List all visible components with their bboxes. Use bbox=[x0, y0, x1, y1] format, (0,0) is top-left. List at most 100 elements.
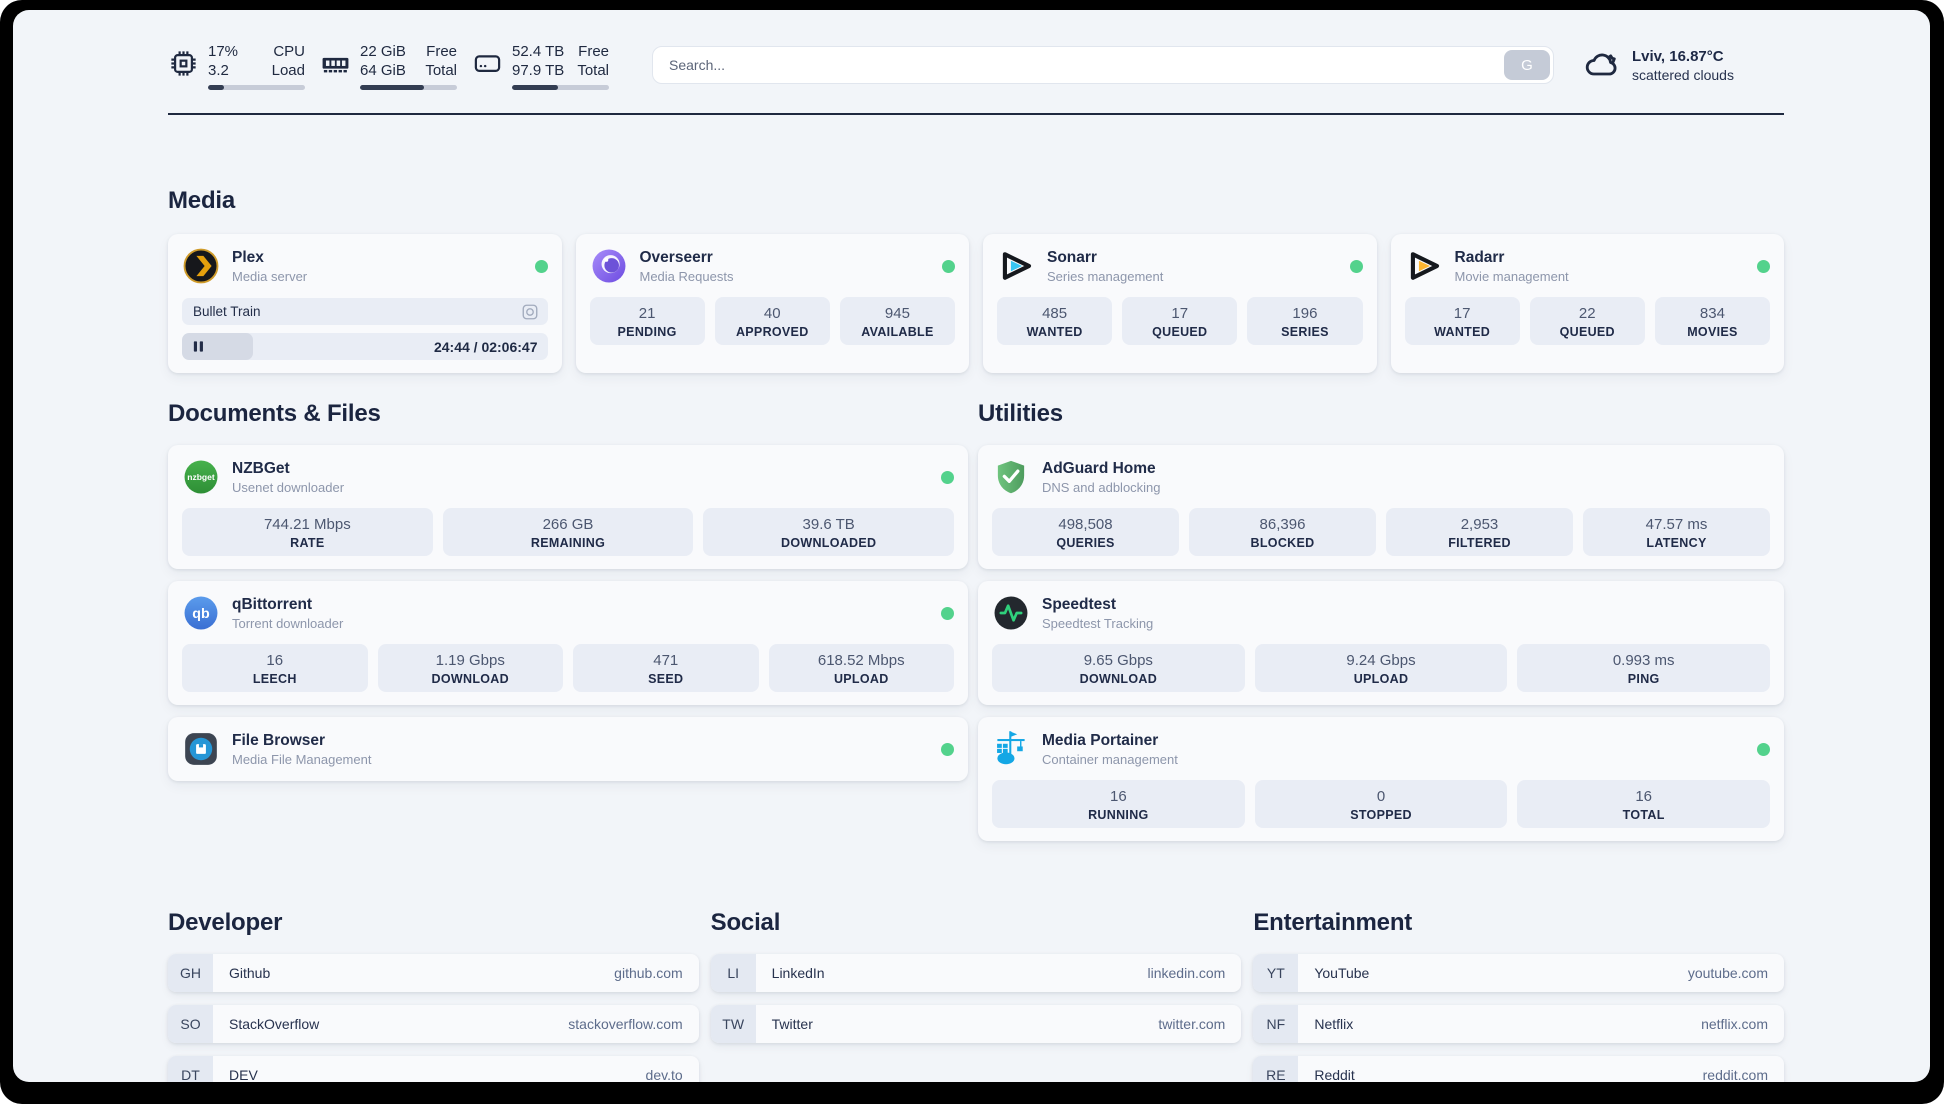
app-card-qbittorrent[interactable]: qb qBittorrent Torrent downloader 16 LEEC… bbox=[168, 581, 968, 705]
stat-label: UPLOAD bbox=[1353, 672, 1409, 686]
adguard-icon bbox=[997, 460, 1025, 494]
playback-progress: 24:44 / 02:06:47 bbox=[182, 333, 548, 360]
stat-value: 0 bbox=[1376, 788, 1386, 805]
bookmark-name: DEV bbox=[229, 1067, 258, 1082]
bookmarks-entertainment: Entertainment YT YouTube youtube.com NF … bbox=[1253, 909, 1784, 1082]
stat-value: 744.21 Mbps bbox=[263, 516, 351, 533]
stat-label: MOVIES bbox=[1687, 325, 1738, 339]
bookmark-linkedin[interactable]: LI LinkedIn linkedin.com bbox=[710, 954, 1242, 992]
bookmark-netflix[interactable]: NF Netflix netflix.com bbox=[1253, 1005, 1784, 1043]
search-input[interactable] bbox=[652, 46, 1554, 84]
stat-value: 16 bbox=[1109, 788, 1127, 805]
stat-box: 40 APPROVED bbox=[714, 297, 830, 345]
radarr-icon bbox=[1410, 252, 1439, 280]
stat-box: 16 LEECH bbox=[182, 644, 368, 692]
app-card-radarr[interactable]: Radarr Movie management 17 WANTED 22 QUEUE… bbox=[1390, 234, 1784, 373]
memory-free-value: 22 GiB bbox=[360, 43, 406, 60]
screenshot-frame: 17% CPU 3.2 Load 22 GiB Free 64 GiB Total bbox=[0, 0, 1944, 1104]
stat-value: 2,953 bbox=[1460, 516, 1499, 533]
bookmark-abbr: LI bbox=[710, 954, 756, 992]
memory-progress-track bbox=[360, 85, 457, 90]
app-card-nzbget[interactable]: nzbget NZBGet Usenet downloader 744.21 M… bbox=[168, 445, 968, 569]
stat-value: 945 bbox=[884, 305, 910, 322]
stat-label: PING bbox=[1627, 672, 1660, 686]
qbittorrent-icon: qb bbox=[184, 596, 218, 630]
bookmark-name: Reddit bbox=[1314, 1067, 1355, 1082]
disk-progress-track bbox=[512, 85, 609, 90]
stat-label: SEED bbox=[648, 672, 684, 686]
bookmark-dev[interactable]: DT DEV dev.to bbox=[168, 1056, 699, 1082]
stat-value: 39.6 TB bbox=[802, 516, 855, 533]
app-name: Radarr bbox=[1454, 248, 1505, 266]
stat-value: 17 bbox=[1453, 305, 1471, 322]
bookmark-youtube[interactable]: YT YouTube youtube.com bbox=[1253, 954, 1784, 992]
section-title-media: Media bbox=[168, 187, 236, 214]
app-subtitle: Series management bbox=[1047, 268, 1164, 284]
cpu-icon bbox=[171, 51, 196, 76]
status-dot bbox=[941, 470, 954, 484]
stat-value: 47.57 ms bbox=[1645, 516, 1708, 533]
stat-label: LATENCY bbox=[1646, 536, 1707, 550]
top-bar: 17% CPU 3.2 Load 22 GiB Free 64 GiB Total bbox=[168, 38, 1784, 92]
bookmark-url: dev.to bbox=[645, 1067, 683, 1082]
stat-value: 9.24 Gbps bbox=[1346, 652, 1416, 669]
plex-icon bbox=[183, 248, 219, 284]
app-card-plex[interactable]: Plex Media server Bullet Train 24:44 / 0… bbox=[168, 234, 562, 373]
app-card-sonarr[interactable]: Sonarr Series management 485 WANTED 17 QUE… bbox=[983, 234, 1377, 373]
search-engine-button[interactable]: G bbox=[1504, 50, 1550, 80]
documents-column: Documents & Files nzbget NZBGet Usenet d… bbox=[168, 400, 968, 853]
weather-widget: Lviv, 16.87°C scattered clouds bbox=[1584, 47, 1784, 84]
portainer-icon bbox=[997, 731, 1025, 765]
stat-label: STOPPED bbox=[1350, 808, 1412, 822]
stat-label: QUERIES bbox=[1056, 536, 1115, 550]
qbittorrent-icon-label: qb bbox=[192, 606, 210, 622]
app-card-speedtest[interactable]: Speedtest Speedtest Tracking 9.65 Gbps DO… bbox=[978, 581, 1784, 705]
app-card-adguard[interactable]: AdGuard Home DNS and adblocking 498,508 Q… bbox=[978, 445, 1784, 569]
app-subtitle: Media Requests bbox=[639, 268, 734, 284]
cpu-label-bottom: Load bbox=[271, 62, 305, 79]
app-subtitle: Container management bbox=[1042, 751, 1178, 767]
app-subtitle: DNS and adblocking bbox=[1042, 479, 1161, 495]
bookmark-name: StackOverflow bbox=[229, 1016, 320, 1032]
section-title-utilities: Utilities bbox=[978, 400, 1063, 427]
bookmark-url: reddit.com bbox=[1702, 1067, 1768, 1082]
nzbget-icon-label: nzbget bbox=[187, 472, 215, 482]
ram-icon bbox=[322, 57, 349, 73]
playback-time: 24:44 / 02:06:47 bbox=[433, 338, 538, 355]
bookmark-abbr: NF bbox=[1253, 1005, 1299, 1043]
stat-box: 945 AVAILABLE bbox=[839, 297, 956, 345]
app-card-portainer[interactable]: Media Portainer Container management 16 R… bbox=[978, 717, 1784, 841]
status-dot bbox=[1757, 259, 1770, 273]
stat-box: 744.21 Mbps RATE bbox=[182, 508, 433, 556]
stat-value: 471 bbox=[653, 652, 679, 669]
stat-label: SERIES bbox=[1281, 325, 1329, 339]
bookmark-twitter[interactable]: TW Twitter twitter.com bbox=[710, 1005, 1242, 1043]
stat-box: 196 SERIES bbox=[1247, 297, 1363, 345]
stat-box: 2,953 FILTERED bbox=[1386, 508, 1573, 556]
weather-location-temp: Lviv, 16.87°C bbox=[1632, 47, 1724, 65]
app-card-overseerr[interactable]: Overseerr Media Requests 21 PENDING 40 APP… bbox=[575, 234, 969, 373]
session-screen-icon[interactable] bbox=[521, 303, 539, 321]
bookmark-github[interactable]: GH Github github.com bbox=[168, 954, 699, 992]
section-title-developer: Developer bbox=[168, 909, 283, 936]
app-name: Sonarr bbox=[1047, 248, 1097, 266]
bookmark-url: netflix.com bbox=[1701, 1016, 1768, 1032]
stat-value: 834 bbox=[1699, 305, 1725, 322]
pause-icon bbox=[193, 341, 203, 352]
stat-box: 485 WANTED bbox=[997, 297, 1113, 345]
stat-value: 9.65 Gbps bbox=[1083, 652, 1153, 669]
now-playing-title: Bullet Train bbox=[193, 304, 261, 319]
stat-box: 86,396 BLOCKED bbox=[1189, 508, 1376, 556]
cpu-progress-track bbox=[208, 85, 305, 90]
app-card-filebrowser[interactable]: File Browser Media File Management bbox=[168, 717, 968, 781]
memory-progress-fill bbox=[360, 85, 425, 90]
bookmark-reddit[interactable]: RE Reddit reddit.com bbox=[1253, 1056, 1784, 1082]
app-name: Plex bbox=[232, 248, 264, 266]
nzbget-icon: nzbget bbox=[184, 460, 218, 494]
app-name: Speedtest bbox=[1042, 595, 1117, 613]
status-dot bbox=[1757, 742, 1770, 756]
bookmark-stackoverflow[interactable]: SO StackOverflow stackoverflow.com bbox=[168, 1005, 699, 1043]
stat-value: 485 bbox=[1042, 305, 1068, 322]
disk-free-value: 52.4 TB bbox=[512, 43, 565, 60]
stat-box: 834 MOVIES bbox=[1654, 297, 1771, 345]
